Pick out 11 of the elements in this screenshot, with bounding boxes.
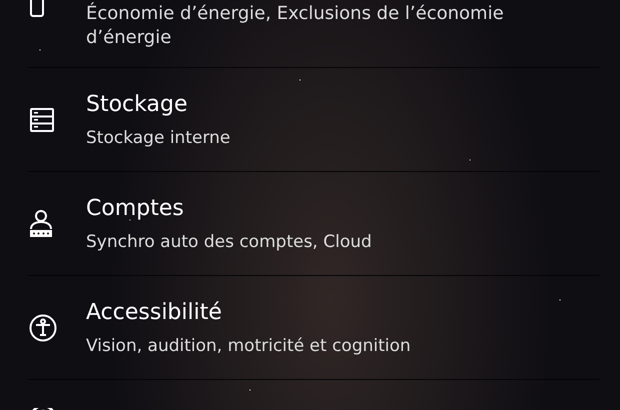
accessibility-icon — [29, 314, 57, 342]
setting-subtitle: Stockage interne — [86, 126, 232, 150]
storage-icon — [29, 106, 55, 132]
phone-icon — [29, 0, 45, 18]
setting-title[interactable]: Accessibilité — [86, 298, 556, 328]
setting-subtitle: Économie d’énergie, Exclusions de l’économie d’énergie — [86, 2, 505, 50]
setting-title[interactable]: Comptes — [86, 194, 556, 224]
account-icon — [29, 210, 53, 238]
setting-title[interactable]: Stockage — [86, 90, 556, 120]
setting-subtitle: Synchro auto des comptes, Cloud — [86, 230, 373, 254]
setting-subtitle: Vision, audition, motricité et cognition — [86, 334, 412, 358]
